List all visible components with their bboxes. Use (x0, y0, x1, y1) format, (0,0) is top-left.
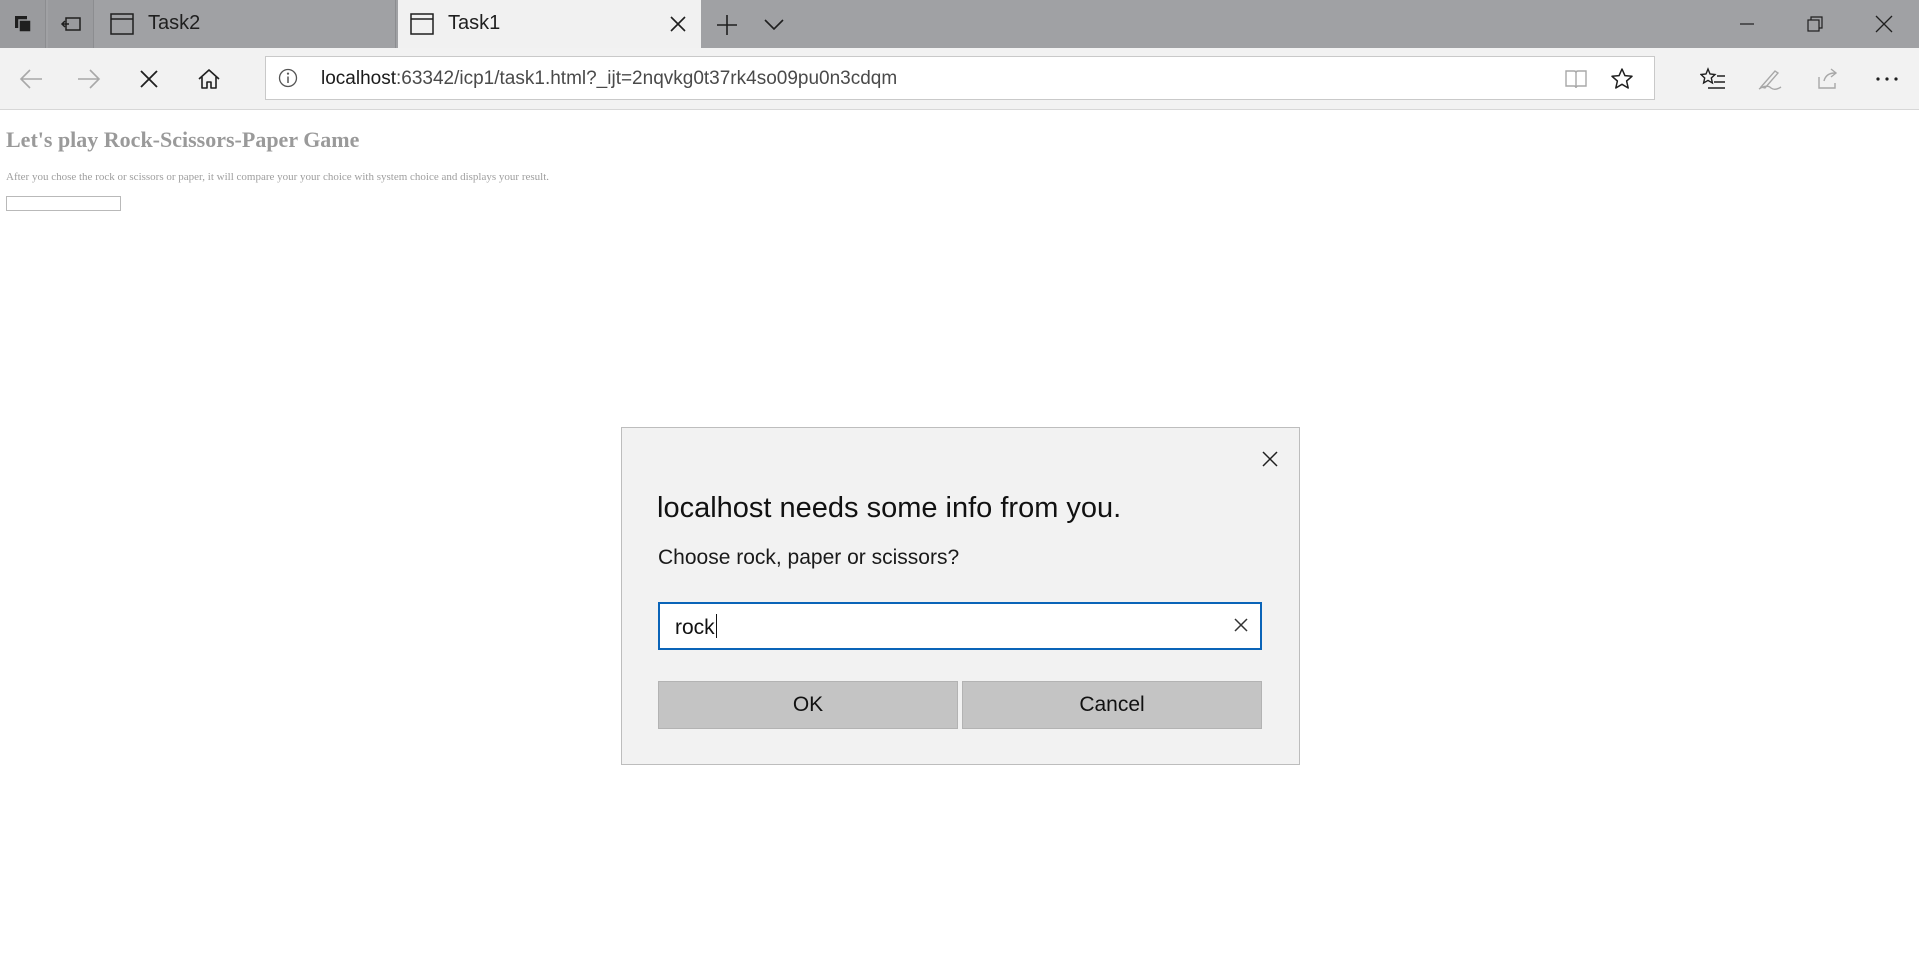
address-bar[interactable]: localhost:63342/icp1/task1.html?_ijt=2nq… (265, 56, 1655, 100)
url-text[interactable]: localhost:63342/icp1/task1.html?_ijt=2nq… (321, 68, 897, 90)
web-note-button[interactable] (1755, 64, 1785, 94)
pen-icon (1757, 67, 1783, 91)
restore-button[interactable] (1783, 0, 1847, 48)
ok-button[interactable]: OK (658, 681, 958, 729)
forward-button[interactable] (74, 64, 104, 94)
plus-icon (716, 14, 738, 36)
star-icon[interactable] (1610, 67, 1634, 91)
clear-input-icon[interactable] (1232, 616, 1250, 634)
arrow-left-icon (18, 68, 44, 90)
close-icon (139, 69, 159, 89)
home-button[interactable] (194, 64, 224, 94)
close-icon (1875, 15, 1893, 33)
favorites-hub-button[interactable] (1698, 64, 1728, 94)
restore-window-icon (1806, 15, 1824, 33)
result-box (6, 196, 121, 211)
dialog-message: Choose rock, paper or scissors? (658, 546, 960, 569)
page-heading: Let's play Rock-Scissors-Paper Game (6, 127, 360, 152)
dialog-title: localhost needs some info from you. (657, 492, 1122, 524)
prompt-dialog: localhost needs some info from you. Choo… (621, 427, 1300, 765)
page-icon (410, 13, 434, 35)
more-button[interactable] (1872, 64, 1902, 94)
tab-task2[interactable]: Task2 (98, 0, 396, 48)
share-icon (1815, 67, 1841, 91)
arrow-right-icon (76, 68, 102, 90)
more-dots-icon (1875, 76, 1899, 82)
reading-view-icon[interactable] (1564, 68, 1588, 90)
set-tabs-aside-button[interactable] (48, 0, 94, 48)
page-icon (110, 13, 134, 35)
close-icon (1261, 450, 1279, 468)
tab-list-button[interactable] (761, 12, 787, 38)
page-description: After you chose the rock or scissors or … (6, 171, 550, 183)
stop-loading-button[interactable] (134, 64, 164, 94)
cancel-button[interactable]: Cancel (962, 681, 1262, 729)
tab-title: Task2 (148, 12, 201, 34)
url-host: localhost (321, 68, 396, 89)
tab-title: Task1 (448, 12, 501, 34)
chevron-down-icon (763, 18, 785, 32)
url-path: :63342/icp1/task1.html?_ijt=2nqvkg0t37rk… (396, 68, 898, 89)
tabs-aside-icon (13, 14, 33, 34)
minimize-button[interactable] (1715, 0, 1779, 48)
close-window-button[interactable] (1852, 0, 1916, 48)
close-tab-icon[interactable] (669, 15, 687, 33)
dialog-close-button[interactable] (1259, 448, 1281, 470)
back-button[interactable] (16, 64, 46, 94)
minimize-icon (1739, 16, 1755, 32)
tab-bar: Task2 Task1 (0, 0, 1919, 48)
prompt-input-value: rock (675, 616, 715, 639)
favorites-list-icon (1700, 67, 1726, 91)
home-icon (197, 67, 221, 91)
new-tab-button[interactable] (714, 12, 740, 38)
tab-preview-button[interactable] (0, 0, 46, 48)
info-icon[interactable] (278, 68, 298, 88)
restore-tabs-icon (60, 15, 82, 33)
navigation-bar: localhost:63342/icp1/task1.html?_ijt=2nq… (0, 48, 1919, 110)
share-button[interactable] (1813, 64, 1843, 94)
tab-task1[interactable]: Task1 (398, 0, 701, 48)
prompt-input[interactable]: rock (658, 602, 1262, 650)
